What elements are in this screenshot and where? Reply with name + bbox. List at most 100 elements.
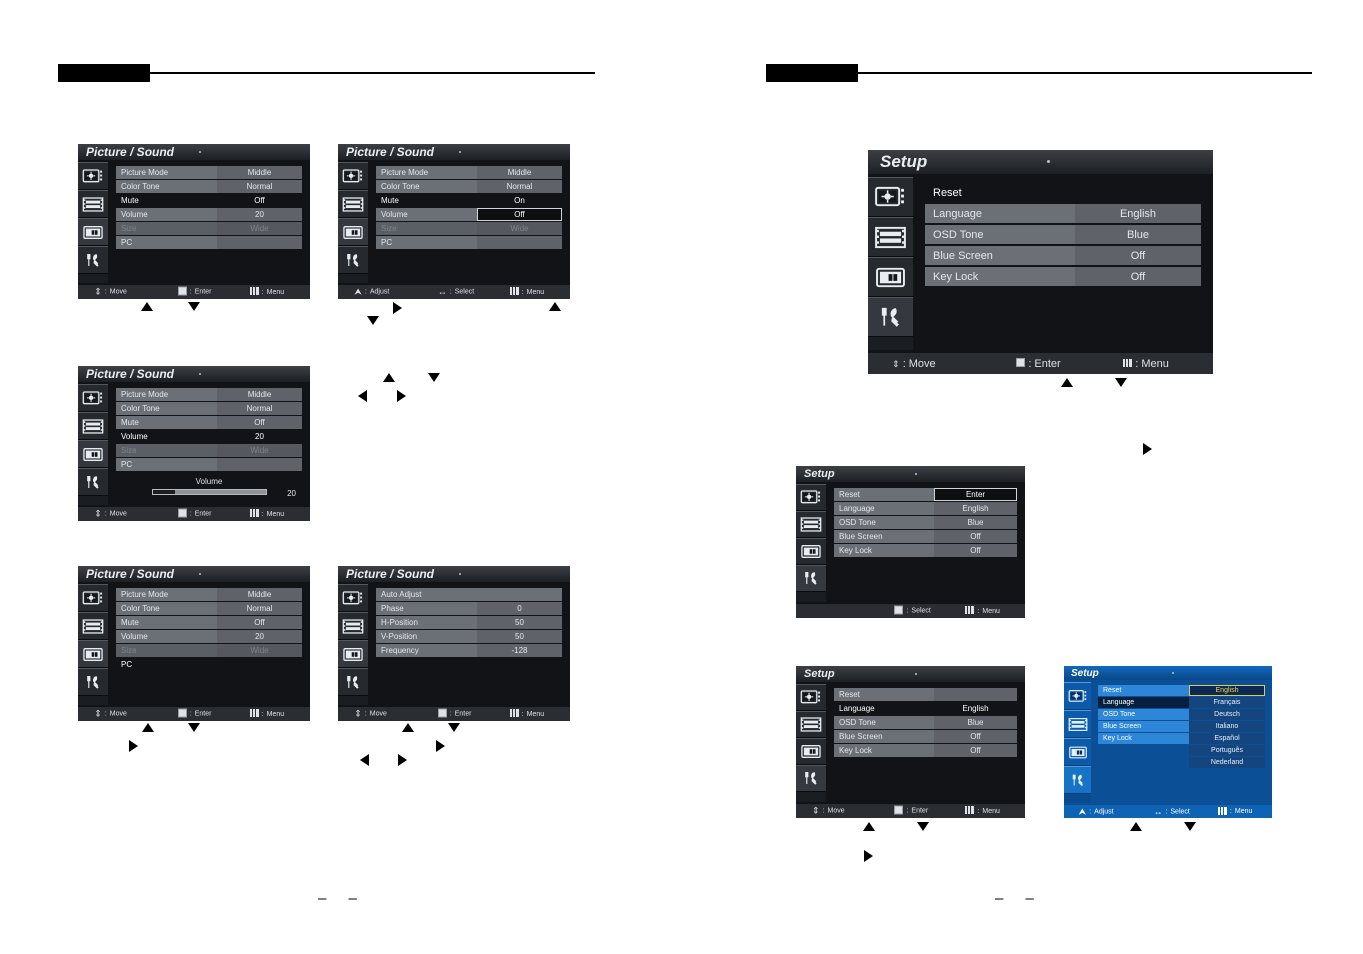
sidebar-setup-tools[interactable] xyxy=(78,468,108,496)
language-option[interactable]: English xyxy=(1189,685,1265,696)
sidebar-sound-settings[interactable] xyxy=(796,711,826,738)
sidebar-setup-tools[interactable] xyxy=(1064,766,1091,794)
sidebar-picture-settings[interactable] xyxy=(338,162,368,190)
sidebar-picture-settings[interactable] xyxy=(78,584,108,612)
menu-row[interactable]: Language English xyxy=(925,204,1201,223)
menu-row[interactable]: Picture Mode Middle xyxy=(116,388,302,401)
menu-row[interactable]: Phase 0 xyxy=(376,602,562,615)
sidebar-sound-settings[interactable] xyxy=(868,217,913,257)
language-option[interactable]: Español xyxy=(1189,733,1265,744)
menu-row-value-box[interactable]: Off xyxy=(477,208,562,221)
menu-row[interactable]: Language English xyxy=(834,502,1017,515)
language-option[interactable]: Français xyxy=(1189,697,1265,708)
menu-row[interactable]: Volume 20 xyxy=(116,630,302,643)
sidebar-picture-settings[interactable] xyxy=(868,177,913,217)
sidebar-sound-settings[interactable] xyxy=(796,511,826,538)
language-option[interactable]: Nederland xyxy=(1189,757,1265,768)
sidebar-picture-settings[interactable] xyxy=(1064,682,1091,710)
sidebar-picture-settings[interactable] xyxy=(78,384,108,412)
menu-row[interactable]: Color Tone Normal xyxy=(116,180,302,193)
menu-row[interactable]: Reset xyxy=(925,183,1201,202)
menu-row[interactable]: PC xyxy=(116,458,302,471)
sidebar-screen-format[interactable] xyxy=(868,257,913,297)
sidebar-screen-format[interactable] xyxy=(78,218,108,246)
sidebar-setup-tools[interactable] xyxy=(338,668,368,696)
sidebar-setup-tools[interactable] xyxy=(78,246,108,274)
menu-row[interactable]: Reset Enter xyxy=(834,488,1017,501)
sidebar-picture-settings[interactable] xyxy=(338,584,368,612)
sidebar-sound-settings[interactable] xyxy=(78,190,108,218)
sidebar-screen-format[interactable] xyxy=(796,538,826,565)
osd-sidebar xyxy=(1064,682,1091,803)
footer-hint-label: Enter xyxy=(911,807,929,815)
menu-row[interactable]: Mute Off xyxy=(116,416,302,429)
menu-row[interactable]: Size Wide xyxy=(376,222,562,235)
screen-format-icon xyxy=(874,265,907,290)
menu-row[interactable]: Size Wide xyxy=(116,222,302,235)
menu-row[interactable]: Color Tone Normal xyxy=(116,602,302,615)
menu-row[interactable]: Picture Mode Middle xyxy=(116,588,302,601)
sidebar-sound-settings[interactable] xyxy=(78,612,108,640)
volume-slider[interactable]: Volume 20 xyxy=(116,477,302,498)
menu-row[interactable]: Key Lock Off xyxy=(834,744,1017,757)
volume-slider-track[interactable] xyxy=(151,489,267,495)
menu-row[interactable]: OSD Tone Blue xyxy=(834,716,1017,729)
sidebar-sound-settings[interactable] xyxy=(338,612,368,640)
menu-row[interactable]: OSD Tone Blue xyxy=(925,225,1201,244)
sidebar-screen-format[interactable] xyxy=(338,218,368,246)
menu-row[interactable]: Color Tone Normal xyxy=(116,402,302,415)
sidebar-setup-tools[interactable] xyxy=(796,765,826,792)
menu-row[interactable]: Frequency -128 xyxy=(376,644,562,657)
menu-row[interactable]: PC xyxy=(116,658,302,671)
menu-row[interactable]: H-Position 50 xyxy=(376,616,562,629)
screen-format-icon xyxy=(342,646,364,663)
sidebar-screen-format[interactable] xyxy=(796,738,826,765)
menu-row[interactable]: PC xyxy=(376,236,562,249)
sidebar-screen-format[interactable] xyxy=(1064,738,1091,766)
sidebar-picture-settings[interactable] xyxy=(796,684,826,711)
menu-row-value: 50 xyxy=(477,616,562,629)
sidebar-screen-format[interactable] xyxy=(78,440,108,468)
menu-row[interactable]: Blue Screen Off xyxy=(925,246,1201,265)
menu-row[interactable]: Color Tone Normal xyxy=(376,180,562,193)
sidebar-sound-settings[interactable] xyxy=(1064,710,1091,738)
menu-row[interactable]: Blue Screen Off xyxy=(834,530,1017,543)
sidebar-picture-settings[interactable] xyxy=(78,162,108,190)
menu-row[interactable]: Size Wide xyxy=(116,644,302,657)
menu-row-value-box[interactable]: Enter xyxy=(934,488,1017,501)
menu-row[interactable]: Picture Mode Middle xyxy=(376,166,562,179)
sidebar-picture-settings[interactable] xyxy=(796,484,826,511)
language-option[interactable]: Português xyxy=(1189,745,1265,756)
menu-row-value: Normal xyxy=(217,602,302,615)
sidebar-setup-tools[interactable] xyxy=(338,246,368,274)
menu-row[interactable]: Volume 20 xyxy=(116,430,302,443)
sidebar-screen-format[interactable] xyxy=(338,640,368,668)
menu-row[interactable]: OSD Tone Blue xyxy=(834,516,1017,529)
menu-row[interactable]: PC xyxy=(116,236,302,249)
menu-row[interactable]: Key Lock Off xyxy=(925,267,1201,286)
menu-row[interactable]: Size Wide xyxy=(116,444,302,457)
sidebar-setup-tools[interactable] xyxy=(868,297,913,337)
menu-row[interactable]: Blue Screen Off xyxy=(834,730,1017,743)
sidebar-setup-tools[interactable] xyxy=(796,565,826,592)
menu-row[interactable]: Key Lock Off xyxy=(834,544,1017,557)
sidebar-screen-format[interactable] xyxy=(78,640,108,668)
setup-tools-icon xyxy=(82,474,104,491)
language-option[interactable]: Deutsch xyxy=(1189,709,1265,720)
sidebar-sound-settings[interactable] xyxy=(78,412,108,440)
menu-row[interactable]: Reset xyxy=(834,688,1017,701)
sidebar-setup-tools[interactable] xyxy=(78,668,108,696)
menu-row[interactable]: Mute Off xyxy=(116,616,302,629)
menu-row[interactable]: Mute Off xyxy=(116,194,302,207)
menu-row[interactable]: Mute On xyxy=(376,194,562,207)
menu-row[interactable]: Volume 20 xyxy=(116,208,302,221)
menu-row[interactable]: Picture Mode Middle xyxy=(116,166,302,179)
menu-row[interactable]: Volume Off xyxy=(376,208,562,221)
menu-row[interactable]: Language English xyxy=(834,702,1017,715)
menu-row[interactable]: V-Position 50 xyxy=(376,630,562,643)
language-option[interactable]: Italiano xyxy=(1189,721,1265,732)
footer-hint-label: Adjust xyxy=(1094,808,1114,815)
menu-row[interactable]: Auto Adjust xyxy=(376,588,562,601)
arrow-up-marker xyxy=(1061,378,1073,387)
sidebar-sound-settings[interactable] xyxy=(338,190,368,218)
